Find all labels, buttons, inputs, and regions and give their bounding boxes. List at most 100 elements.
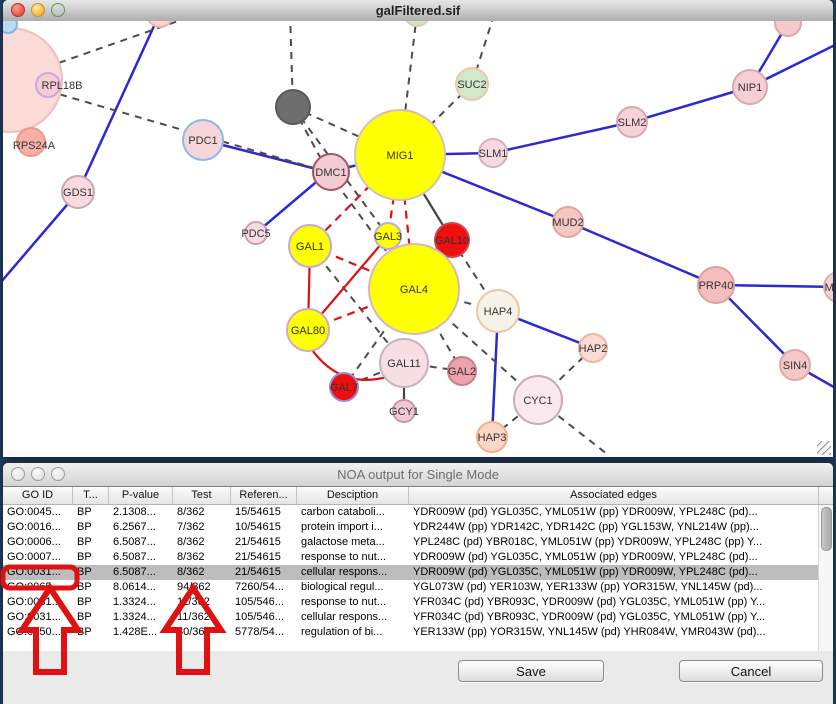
graph-node-label: GDS1 (63, 187, 93, 199)
scrollbar-thumb[interactable] (821, 507, 832, 551)
graph-node-topright-pink-node[interactable] (775, 21, 801, 36)
cell-description: cellular respons... (297, 610, 409, 625)
cell-test: 8/362 (173, 565, 231, 580)
cell-go-id: GO:0007... (3, 550, 73, 565)
cell-p-value: 1.428E... (109, 625, 173, 640)
cell-description: galactose meta... (297, 535, 409, 550)
save-button[interactable]: Save (458, 660, 604, 682)
table-row[interactable]: GO:0045...BP2.1308...8/36215/54615carbon… (3, 505, 819, 520)
graph-node-label: RPL18B (42, 80, 83, 92)
graph-node-label: RPS24A (13, 140, 56, 152)
results-table: GO IDT...P-valueTestReferen...Desciption… (3, 487, 833, 651)
table-row[interactable]: GO:0031...BP6.5087...8/36221/54615cellul… (3, 565, 819, 580)
graph-node-label: HAP4 (484, 306, 513, 318)
cell-reference: 7260/54... (231, 580, 297, 595)
table-row[interactable]: GO:0065...BP8.0614...94/3627260/54...bio… (3, 580, 819, 595)
cell-type: BP (73, 550, 109, 565)
cancel-button[interactable]: Cancel (679, 660, 823, 682)
cell-reference: 5778/54... (231, 625, 297, 640)
cell-go-id: GO:0031... (3, 610, 73, 625)
column-header-referen[interactable]: Referen... (231, 487, 297, 504)
column-header-t[interactable]: T... (73, 487, 109, 504)
graph-node-label: GCY1 (389, 406, 419, 418)
graph-node-top-pink-node[interactable] (147, 21, 173, 27)
vertical-scrollbar[interactable] (818, 505, 833, 651)
cell-associated-edges: YDR009W (pd) YGL035C, YML051W (pp) YDR00… (409, 565, 819, 580)
table-header-row: GO IDT...P-valueTestReferen...Desciption… (3, 487, 833, 505)
cell-test: 11/362 (173, 595, 231, 610)
column-header-associatededges[interactable]: Associated edges (409, 487, 819, 504)
cell-reference: 15/54615 (231, 505, 297, 520)
table-body: GO:0045...BP2.1308...8/36215/54615carbon… (3, 505, 819, 651)
cell-p-value: 6.2567... (109, 520, 173, 535)
noa-window-titlebar[interactable]: NOA output for Single Mode (3, 463, 833, 487)
graph-node-label: NIP1 (738, 82, 762, 94)
graph-node-tiny-topleft-node[interactable] (3, 21, 17, 33)
cell-associated-edges: YFR034C (pd) YBR093C, YDR009W (pd) YGL03… (409, 610, 819, 625)
cell-go-id: GO:0045... (3, 505, 73, 520)
graph-node-label: GAL80 (291, 325, 325, 337)
cell-test: 8/362 (173, 550, 231, 565)
cell-associated-edges: YDR009W (pd) YGL035C, YML051W (pp) YDR00… (409, 550, 819, 565)
graph-node-top-green-node[interactable] (404, 21, 430, 26)
cell-reference: 105/546... (231, 610, 297, 625)
cell-reference: 21/54615 (231, 565, 297, 580)
graph-edge (568, 222, 716, 285)
cell-description: biological regul... (297, 580, 409, 595)
graph-node-label: PDC5 (241, 228, 270, 240)
cell-test: 8/362 (173, 535, 231, 550)
cell-reference: 10/54615 (231, 520, 297, 535)
cell-go-id: GO:0065... (3, 580, 73, 595)
graph-node-label: CYC1 (523, 395, 552, 407)
cell-type: BP (73, 625, 109, 640)
cell-reference: 21/54615 (231, 535, 297, 550)
button-panel: Save Cancel (3, 651, 833, 704)
graph-node-label: SIN4 (783, 360, 807, 372)
cell-type: BP (73, 610, 109, 625)
cell-go-id: GO:0050... (3, 625, 73, 640)
column-header-test[interactable]: Test (173, 487, 231, 504)
cell-description: response to nut... (297, 595, 409, 610)
table-row[interactable]: GO:0006...BP6.5087...8/36221/54615galact… (3, 535, 819, 550)
graph-node-label: MSL1 (825, 282, 833, 294)
graph-node-label: SUC2 (457, 79, 486, 91)
column-header-goid[interactable]: GO ID (3, 487, 73, 504)
cell-test: 8/362 (173, 505, 231, 520)
table-row[interactable]: GO:0031...BP1.3324...11/362105/546...cel… (3, 610, 819, 625)
column-header-desciption[interactable]: Desciption (297, 487, 409, 504)
cell-p-value: 6.5087... (109, 550, 173, 565)
cell-type: BP (73, 565, 109, 580)
cell-p-value: 2.1308... (109, 505, 173, 520)
cell-associated-edges: YER133W (pp) YOR315W, YNL145W (pd) YHR08… (409, 625, 819, 640)
cell-p-value: 6.5087... (109, 535, 173, 550)
graph-node-label: GAL11 (387, 358, 420, 370)
graph-node-gray-node[interactable] (276, 90, 310, 124)
graph-node-label: HAP2 (579, 343, 608, 355)
graph-node-label: GAL1 (296, 241, 324, 253)
cell-type: BP (73, 595, 109, 610)
cell-test: 94/362 (173, 580, 231, 595)
cell-type: BP (73, 580, 109, 595)
cell-go-id: GO:0031... (3, 595, 73, 610)
network-canvas[interactable]: RPL18BRPS24AGDS1PDC1DMC1MIG1SUC2SLM1SLM2… (3, 21, 833, 457)
table-row[interactable]: GO:0007...BP6.5087...8/36221/54615respon… (3, 550, 819, 565)
graph-edge (632, 87, 750, 122)
table-row[interactable]: GO:0016...BP6.2567...7/36210/54615protei… (3, 520, 819, 535)
table-row[interactable]: GO:0031...BP1.3324...11/362105/546...res… (3, 595, 819, 610)
cell-description: protein import i... (297, 520, 409, 535)
cell-type: BP (73, 505, 109, 520)
cell-go-id: GO:0031... (3, 565, 73, 580)
noa-window-title: NOA output for Single Mode (3, 463, 833, 486)
graph-node-label: GAL2 (448, 366, 476, 378)
cell-associated-edges: YFR034C (pd) YBR093C, YDR009W (pd) YGL03… (409, 595, 819, 610)
cell-type: BP (73, 520, 109, 535)
cell-associated-edges: YDR009W (pd) YGL035C, YML051W (pp) YDR00… (409, 505, 819, 520)
graph-node-label: SLM1 (479, 148, 508, 160)
graph-window-titlebar[interactable]: galFiltered.sif (3, 0, 833, 22)
table-row[interactable]: GO:0050...BP1.428E...80/3625778/54...reg… (3, 625, 819, 640)
graph-edge (78, 21, 160, 192)
resize-grip[interactable] (817, 441, 831, 455)
cell-description: response to nut... (297, 550, 409, 565)
column-header-pvalue[interactable]: P-value (109, 487, 173, 504)
cell-go-id: GO:0006... (3, 535, 73, 550)
